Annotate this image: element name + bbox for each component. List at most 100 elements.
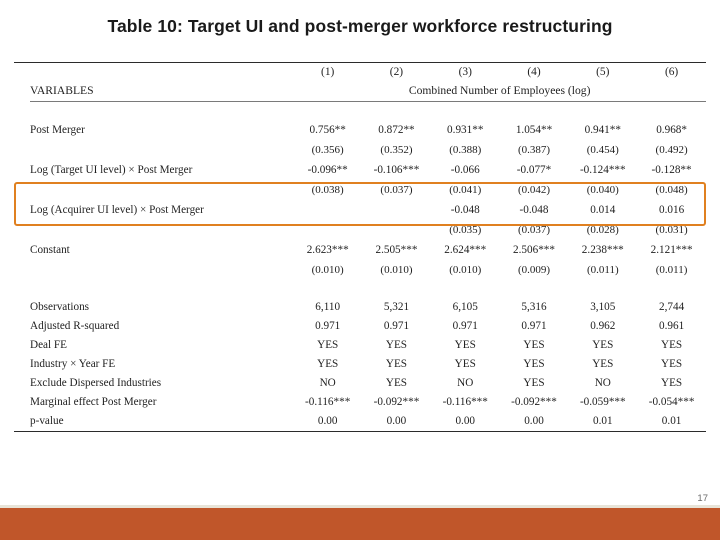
page-title: Table 10: Target UI and post-merger work…: [107, 16, 613, 36]
column-number-row: (1) (2) (3) (4) (5) (6): [14, 63, 706, 82]
marginal-effect-2: -0.092***: [373, 395, 420, 408]
marginal-effect-5: -0.059***: [579, 395, 626, 408]
marginal-effect-6: -0.054***: [648, 395, 695, 408]
coef-acquirer-ui-4: -0.048: [519, 203, 549, 216]
table-row: Constant 2.623*** 2.505*** 2.624*** 2.50…: [14, 240, 706, 261]
se-target-ui-5: (0.040): [586, 183, 619, 196]
industry-year-fe-4: YES: [523, 357, 545, 370]
table-row: Log (Acquirer UI level) × Post Merger -0…: [14, 200, 706, 221]
exclude-dispersed-1: NO: [319, 376, 336, 389]
adj-r2-2: 0.971: [383, 319, 410, 332]
industry-year-fe-5: YES: [592, 357, 614, 370]
results-table: (1) (2) (3) (4) (5) (6) VARIABLES Combin…: [14, 62, 706, 432]
variables-header: VARIABLES: [30, 84, 94, 98]
se-constant-6: (0.011): [655, 263, 688, 276]
exclude-dispersed-4: YES: [523, 376, 545, 389]
table-row-se: (0.010) (0.010) (0.010) (0.009) (0.011) …: [14, 261, 706, 280]
se-post-merger-1: (0.356): [311, 143, 344, 156]
deal-fe-6: YES: [661, 338, 683, 351]
table-row: Adjusted R-squared 0.971 0.971 0.971 0.9…: [14, 317, 706, 336]
se-target-ui-1: (0.038): [311, 183, 344, 196]
page-number: 17: [697, 493, 708, 504]
table-row: Industry × Year FE YES YES YES YES YES Y…: [14, 355, 706, 374]
column-number-6: (6): [664, 65, 679, 78]
observations-3: 6,105: [452, 300, 478, 313]
slide: Table 10: Target UI and post-merger work…: [0, 0, 720, 540]
table-row-se: (0.038) (0.037) (0.041) (0.042) (0.040) …: [14, 181, 706, 200]
coef-constant-4: 2.506***: [513, 243, 555, 256]
span-header-row: VARIABLES Combined Number of Employees (…: [14, 82, 706, 101]
se-acquirer-ui-1: [293, 221, 362, 240]
row-label-exclude-dispersed-industries: Exclude Dispersed Industries: [30, 376, 162, 389]
dependent-variable-header: Combined Number of Employees (log): [408, 84, 591, 98]
observations-5: 3,105: [590, 300, 616, 313]
p-value-1: 0.00: [293, 412, 363, 432]
table-row-se: (0.035) (0.037) (0.028) (0.031): [14, 221, 706, 240]
deal-fe-1: YES: [317, 338, 339, 351]
column-number-5: (5): [596, 65, 610, 78]
adj-r2-5: 0.962: [590, 319, 616, 332]
se-target-ui-4: (0.042): [517, 183, 551, 196]
marginal-effect-3: -0.116***: [442, 395, 488, 408]
exclude-dispersed-5: NO: [594, 376, 611, 389]
industry-year-fe-1: YES: [317, 357, 339, 370]
marginal-effect-4: -0.092***: [511, 395, 557, 408]
table-row: Observations 6,110 5,321 6,105 5,316 3,1…: [14, 298, 706, 317]
se-post-merger-6: (0.492): [655, 143, 688, 156]
se-target-ui-6: (0.048): [655, 183, 688, 196]
coef-acquirer-ui-5: 0.014: [590, 203, 616, 216]
row-label-deal-fe: Deal FE: [30, 338, 67, 351]
se-acquirer-ui-5: (0.028): [586, 223, 619, 236]
se-constant-5: (0.011): [586, 263, 619, 276]
row-label-marginal-effect-post-merger: Marginal effect Post Merger: [30, 395, 157, 408]
coef-acquirer-ui-6: 0.016: [659, 203, 685, 216]
coef-acquirer-ui-1: [293, 200, 362, 221]
column-number-1: (1): [321, 65, 335, 78]
marginal-effect-1: -0.116***: [305, 395, 351, 408]
se-constant-1: (0.010): [311, 263, 344, 276]
se-acquirer-ui-6: (0.031): [655, 223, 688, 236]
coef-target-ui-6: -0.128**: [651, 163, 692, 176]
p-value-4: 0.00: [499, 412, 569, 432]
table-row: Deal FE YES YES YES YES YES YES: [14, 336, 706, 355]
row-label-p-value: p-value: [14, 412, 294, 432]
coef-post-merger-5: 0.941**: [584, 123, 621, 136]
industry-year-fe-2: YES: [385, 357, 408, 370]
se-target-ui-3: (0.041): [449, 183, 482, 196]
observations-2: 5,321: [383, 300, 410, 313]
coef-constant-6: 2.121***: [650, 243, 693, 256]
coef-target-ui-3: -0.066: [450, 163, 480, 176]
exclude-dispersed-3: NO: [457, 376, 474, 389]
adj-r2-4: 0.971: [521, 319, 547, 332]
coef-acquirer-ui-3: -0.048: [450, 203, 480, 216]
p-value-3: 0.00: [430, 412, 500, 432]
left-strip: [0, 0, 3, 508]
table-row: p-value 0.00 0.00 0.00 0.00 0.01 0.01: [14, 412, 706, 432]
column-number-3: (3): [458, 65, 472, 78]
se-post-merger-4: (0.387): [517, 143, 551, 156]
p-value-6: 0.01: [637, 412, 706, 432]
se-constant-3: (0.010): [449, 263, 482, 276]
exclude-dispersed-2: YES: [385, 376, 408, 389]
deal-fe-4: YES: [523, 338, 545, 351]
coef-post-merger-6: 0.968*: [656, 123, 687, 136]
coef-constant-2: 2.505***: [375, 243, 418, 256]
row-label-observations: Observations: [30, 300, 90, 313]
results-table-container: (1) (2) (3) (4) (5) (6) VARIABLES Combin…: [14, 62, 706, 432]
observations-4: 5,316: [521, 300, 547, 313]
coef-constant-5: 2.238***: [581, 243, 624, 256]
industry-year-fe-3: YES: [454, 357, 476, 370]
adj-r2-1: 0.971: [315, 319, 341, 332]
coef-post-merger-1: 0.756**: [309, 123, 346, 136]
exclude-dispersed-6: YES: [661, 376, 683, 389]
coef-post-merger-3: 0.931**: [447, 123, 484, 136]
coef-target-ui-5: -0.124***: [579, 163, 626, 176]
coef-acquirer-ui-2: [362, 200, 431, 221]
se-constant-4: (0.009): [517, 263, 551, 276]
deal-fe-3: YES: [454, 338, 476, 351]
spacer-row: [14, 280, 706, 298]
deal-fe-5: YES: [592, 338, 614, 351]
adj-r2-6: 0.961: [659, 319, 685, 332]
se-post-merger-3: (0.388): [449, 143, 482, 156]
table-row: Exclude Dispersed Industries NO YES NO Y…: [14, 374, 706, 393]
